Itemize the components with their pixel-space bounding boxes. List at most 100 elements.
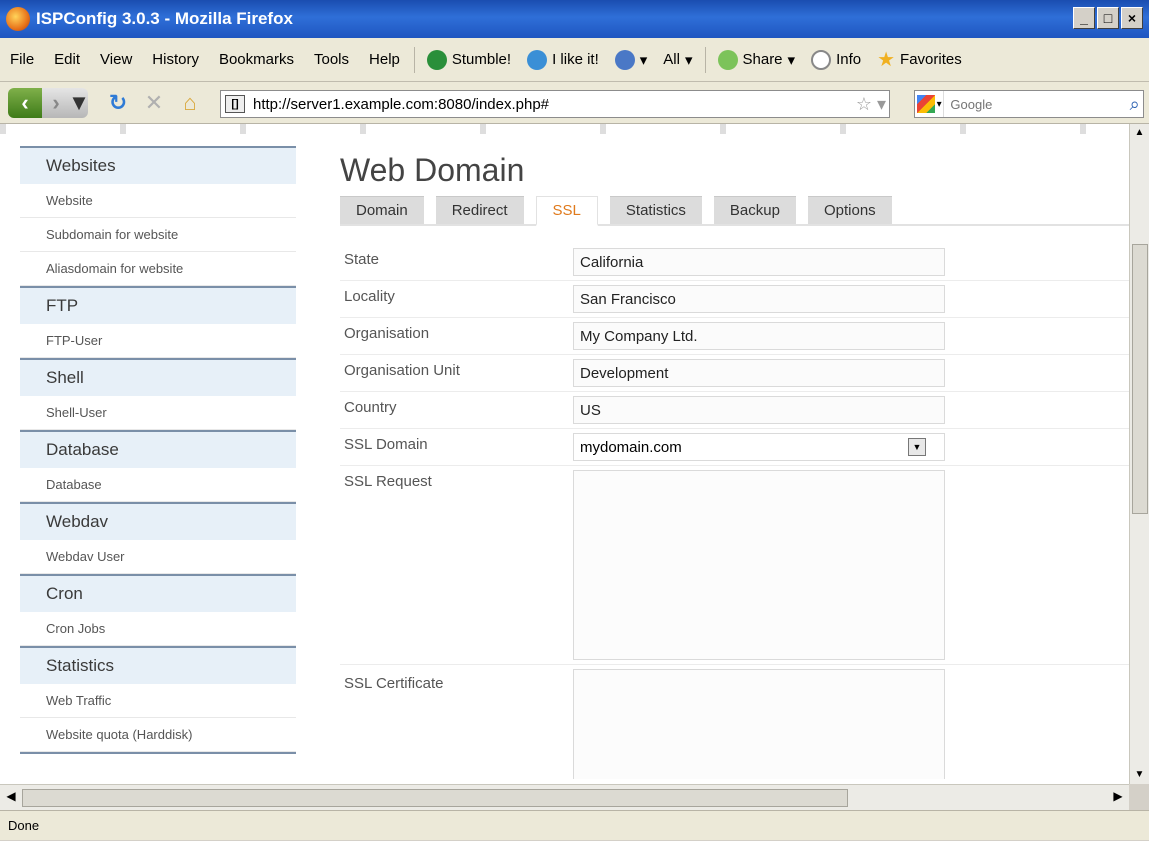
ssl-form: State California Locality San Francisco … bbox=[340, 244, 1129, 779]
favorites-button[interactable]: ★ Favorites bbox=[869, 47, 970, 72]
share-button[interactable]: Share ▾ bbox=[710, 49, 804, 70]
horizontal-scrollbar[interactable]: ◀ ▶ bbox=[0, 784, 1129, 810]
ssl-request-label: SSL Request bbox=[344, 473, 432, 490]
home-button[interactable]: ⌂ bbox=[176, 88, 204, 118]
organisation-unit-field[interactable]: Development bbox=[573, 359, 945, 387]
menu-help[interactable]: Help bbox=[359, 51, 410, 68]
reload-button[interactable]: ↻ bbox=[104, 88, 132, 118]
sidebar-group-websites: Websites Website Subdomain for website A… bbox=[20, 146, 296, 286]
history-dropdown-button[interactable]: ▼ bbox=[68, 88, 90, 118]
google-icon bbox=[916, 95, 935, 113]
stop-button[interactable]: ✕ bbox=[140, 88, 168, 118]
locality-field[interactable]: San Francisco bbox=[573, 285, 945, 313]
form-row-locality: Locality San Francisco bbox=[340, 281, 1129, 318]
state-field[interactable]: California bbox=[573, 248, 945, 276]
sidebar-item-cron-jobs[interactable]: Cron Jobs bbox=[20, 612, 296, 646]
sidebar-item-database[interactable]: Database bbox=[20, 468, 296, 502]
scroll-down-icon[interactable]: ▼ bbox=[1130, 766, 1149, 784]
sidebar-item-web-traffic[interactable]: Web Traffic bbox=[20, 684, 296, 718]
sidebar-group-shell: Shell Shell-User bbox=[20, 358, 296, 430]
chevron-down-icon: ▾ bbox=[936, 98, 942, 110]
speech-bubble-icon bbox=[811, 49, 832, 70]
horizontal-scroll-thumb[interactable] bbox=[22, 789, 848, 807]
country-field[interactable]: US bbox=[573, 396, 945, 424]
search-input[interactable] bbox=[944, 92, 1127, 116]
sidebar-item-website-quota[interactable]: Website quota (Harddisk) bbox=[20, 718, 296, 752]
window-title: ISPConfig 3.0.3 - Mozilla Firefox bbox=[36, 9, 293, 28]
organisation-field[interactable]: My Company Ltd. bbox=[573, 322, 945, 350]
ssl-request-textarea[interactable] bbox=[573, 470, 945, 660]
organisation-unit-label: Organisation Unit bbox=[344, 362, 460, 379]
sidebar-item-ftp-user[interactable]: FTP-User bbox=[20, 324, 296, 358]
sidebar-item-website[interactable]: Website bbox=[20, 184, 296, 218]
close-button[interactable]: × bbox=[1121, 7, 1143, 29]
ssl-domain-select[interactable]: mydomain.com ▼ bbox=[573, 433, 945, 461]
all-label: All bbox=[663, 51, 680, 68]
thumbs-down-button[interactable]: ▾ bbox=[607, 49, 656, 70]
tab-statistics[interactable]: Statistics bbox=[609, 196, 702, 224]
window-controls: _ □ × bbox=[1073, 7, 1143, 29]
address-bar[interactable]: [] http://server1.example.com:8080/index… bbox=[220, 90, 890, 118]
sidebar-item-webdav-user[interactable]: Webdav User bbox=[20, 540, 296, 574]
ssl-certificate-textarea[interactable] bbox=[573, 669, 945, 779]
tab-redirect[interactable]: Redirect bbox=[435, 196, 524, 224]
url-text[interactable]: http://server1.example.com:8080/index.ph… bbox=[253, 96, 853, 113]
chevron-down-icon: ▾ bbox=[639, 51, 648, 69]
search-box: ▾ ⌕ bbox=[914, 90, 1144, 118]
like-button[interactable]: I like it! bbox=[519, 49, 607, 70]
form-row-organisation: Organisation My Company Ltd. bbox=[340, 318, 1129, 355]
scroll-left-icon[interactable]: ◀ bbox=[2, 789, 20, 803]
tab-backup[interactable]: Backup bbox=[713, 196, 796, 224]
sidebar-group-ftp: FTP FTP-User bbox=[20, 286, 296, 358]
all-dropdown[interactable]: All ▾ bbox=[655, 51, 700, 69]
sidebar-heading: FTP bbox=[20, 288, 296, 324]
stumble-button[interactable]: Stumble! bbox=[419, 49, 519, 70]
favorites-label: Favorites bbox=[900, 51, 962, 68]
organisation-label: Organisation bbox=[344, 325, 430, 342]
tab-ssl[interactable]: SSL bbox=[535, 196, 598, 226]
sidebar-item-subdomain[interactable]: Subdomain for website bbox=[20, 218, 296, 252]
form-row-ssl-certificate: SSL Certificate bbox=[340, 665, 1129, 779]
maximize-button[interactable]: □ bbox=[1097, 7, 1119, 29]
ssl-certificate-label: SSL Certificate bbox=[344, 675, 444, 692]
chevron-down-icon: ▾ bbox=[684, 51, 693, 69]
menu-edit[interactable]: Edit bbox=[44, 51, 90, 68]
share-icon bbox=[717, 49, 738, 70]
minimize-button[interactable]: _ bbox=[1073, 7, 1095, 29]
tab-bar: Domain Redirect SSL Statistics Backup Op… bbox=[340, 196, 1129, 226]
chevron-down-icon: ▾ bbox=[787, 51, 796, 69]
like-label: I like it! bbox=[552, 51, 599, 68]
tab-options[interactable]: Options bbox=[807, 196, 892, 224]
menu-view[interactable]: View bbox=[90, 51, 142, 68]
bookmark-star-icon[interactable]: ☆ ▾ bbox=[853, 94, 889, 115]
menu-history[interactable]: History bbox=[142, 51, 209, 68]
info-button[interactable]: Info bbox=[803, 49, 869, 70]
toolbar-separator bbox=[413, 46, 415, 73]
menu-bar: File Edit View History Bookmarks Tools H… bbox=[0, 38, 1149, 82]
tab-domain[interactable]: Domain bbox=[340, 196, 424, 224]
back-button[interactable]: ‹ bbox=[8, 88, 42, 118]
vertical-scrollbar[interactable]: ▲ ▼ bbox=[1129, 124, 1149, 784]
sidebar-heading: Statistics bbox=[20, 648, 296, 684]
search-icon[interactable]: ⌕ bbox=[1126, 94, 1143, 115]
sidebar-item-shell-user[interactable]: Shell-User bbox=[20, 396, 296, 430]
vertical-scroll-thumb[interactable] bbox=[1132, 244, 1148, 514]
ssl-domain-label: SSL Domain bbox=[344, 436, 428, 453]
scroll-right-icon[interactable]: ▶ bbox=[1109, 789, 1127, 803]
forward-button[interactable]: › bbox=[42, 88, 70, 118]
star-icon: ★ bbox=[877, 49, 896, 71]
locality-label: Locality bbox=[344, 288, 395, 305]
firefox-icon bbox=[6, 7, 30, 31]
share-label: Share bbox=[742, 51, 783, 68]
menu-tools[interactable]: Tools bbox=[304, 51, 359, 68]
menu-bookmarks[interactable]: Bookmarks bbox=[209, 51, 304, 68]
site-favicon-icon: [] bbox=[225, 95, 245, 113]
search-engine-selector[interactable]: ▾ bbox=[915, 91, 945, 117]
sidebar-group-database: Database Database bbox=[20, 430, 296, 502]
chevron-down-icon[interactable]: ▼ bbox=[908, 438, 926, 456]
sidebar-item-aliasdomain[interactable]: Aliasdomain for website bbox=[20, 252, 296, 286]
stumble-label: Stumble! bbox=[451, 51, 512, 68]
info-label: Info bbox=[836, 51, 862, 68]
scroll-up-icon[interactable]: ▲ bbox=[1130, 124, 1149, 142]
menu-file[interactable]: File bbox=[0, 51, 44, 68]
